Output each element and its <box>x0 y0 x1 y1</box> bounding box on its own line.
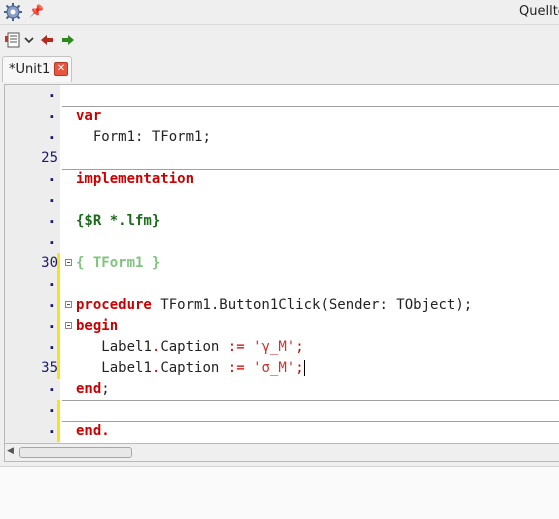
code-line: procedure TForm1.Button1Click(Sender: TO… <box>62 295 559 316</box>
gutter-row: 30 <box>5 253 60 274</box>
gutter-row: . <box>5 167 60 190</box>
gutter-row: 25 <box>5 148 60 169</box>
code-line: begin <box>62 316 559 337</box>
source-editor[interactable]: ... 25.... 30.... 35... var Form1: TForm1; … <box>4 84 559 444</box>
gutter-row: . <box>5 293 60 316</box>
toolbar <box>0 24 559 55</box>
code-line: implementation <box>62 169 559 190</box>
scroll-left-icon[interactable]: ◀ <box>7 446 14 456</box>
code-line: {$R *.lfm} <box>62 211 559 232</box>
declaration-rest: : TForm1; <box>135 129 211 145</box>
gutter-row: . <box>5 230 60 253</box>
tab-label: *Unit1 <box>9 62 51 77</box>
close-icon[interactable]: ✕ <box>54 62 68 76</box>
fold-collapse-icon[interactable] <box>65 322 72 329</box>
object-name: Label1 <box>101 360 152 376</box>
arrow-right-icon[interactable] <box>61 32 75 48</box>
gutter-row: . <box>5 272 60 295</box>
gutter-row: . <box>5 398 60 421</box>
line-number: . <box>49 314 55 332</box>
code-line: end; <box>62 379 559 400</box>
text-caret <box>303 360 305 376</box>
line-number: . <box>49 104 55 122</box>
horizontal-scrollbar[interactable]: ◀ <box>4 444 559 462</box>
arrow-left-icon[interactable] <box>40 32 54 48</box>
keyword-implementation: implementation <box>76 171 195 187</box>
code-area[interactable]: var Form1: TForm1; implementation {$R *.… <box>62 85 559 443</box>
keyword-begin: begin <box>76 318 119 334</box>
gutter-row: . <box>5 335 60 358</box>
comment: { TForm1 } <box>76 255 161 271</box>
line-number: . <box>49 293 55 311</box>
line-number: . <box>49 335 55 353</box>
gutter-row: . <box>5 377 60 400</box>
code-line: Label1.Caption := 'σ_M'; <box>62 358 559 379</box>
list-icon[interactable] <box>4 32 22 48</box>
line-number: . <box>49 377 55 395</box>
gutter-row: . <box>5 419 60 442</box>
code-line: Label1.Caption := 'γ_M'; <box>62 337 559 358</box>
code-line: Form1: TForm1; <box>62 127 559 148</box>
string-literal: 'γ_M' <box>253 339 296 355</box>
gutter-row: . <box>5 314 60 337</box>
semicolon: ; <box>295 339 304 355</box>
property-name: Caption <box>160 360 220 376</box>
keyword-procedure: procedure <box>76 297 152 313</box>
line-number: 30 <box>41 255 58 271</box>
line-number: . <box>49 398 55 416</box>
property-name: Caption <box>160 339 220 355</box>
gutter-row: . <box>5 85 60 106</box>
line-number: . <box>49 125 55 143</box>
section-separator <box>62 400 559 401</box>
line-number: . <box>49 188 55 206</box>
gutter-row: . <box>5 209 60 232</box>
gear-icon[interactable] <box>3 2 23 22</box>
gutter-row: . <box>5 104 60 127</box>
line-number: . <box>49 272 55 290</box>
tab-unit1[interactable]: *Unit1 ✕ <box>2 56 72 82</box>
line-number: . <box>49 167 55 185</box>
assign-operator: := <box>227 339 245 355</box>
line-number: . <box>49 209 55 227</box>
gutter-row: . <box>5 188 60 211</box>
proc-end: ); <box>455 297 473 313</box>
title-bar: 📌 Quellte <box>0 0 559 24</box>
keyword-end-dot: end. <box>76 423 110 439</box>
compiler-directive: {$R *.lfm} <box>76 213 161 229</box>
keyword-var: var <box>76 108 102 124</box>
object-name: Label1 <box>101 339 152 355</box>
proc-params: Sender: TObject <box>328 297 456 313</box>
tab-bar: *Unit1 ✕ <box>0 54 559 82</box>
paren: ( <box>320 297 329 313</box>
semicolon: ; <box>295 360 304 376</box>
gutter-row: 35 <box>5 358 60 379</box>
gutter-row: . <box>5 125 60 148</box>
fold-collapse-icon[interactable] <box>65 259 72 266</box>
line-number: 25 <box>41 150 58 166</box>
fold-collapse-icon[interactable] <box>65 301 72 308</box>
line-number: . <box>49 419 55 437</box>
pin-icon[interactable]: 📌 <box>29 4 44 18</box>
code-line: var <box>62 106 559 127</box>
code-line: end. <box>62 421 559 442</box>
line-number: . <box>49 230 55 248</box>
keyword-end: end <box>76 381 102 397</box>
scrollbar-thumb[interactable] <box>19 447 132 458</box>
identifier: Form1 <box>92 129 136 145</box>
line-number: 35 <box>41 360 58 376</box>
code-line: { TForm1 } <box>62 253 559 274</box>
window-title: Quellte <box>519 4 559 19</box>
string-literal: 'σ_M' <box>253 360 296 376</box>
proc-name: TForm1.Button1Click <box>151 297 321 313</box>
semicolon: ; <box>101 381 110 397</box>
line-number: . <box>49 84 55 101</box>
bottom-panel <box>0 467 559 519</box>
assign-operator: := <box>227 360 245 376</box>
chevron-down-icon[interactable] <box>23 32 35 48</box>
